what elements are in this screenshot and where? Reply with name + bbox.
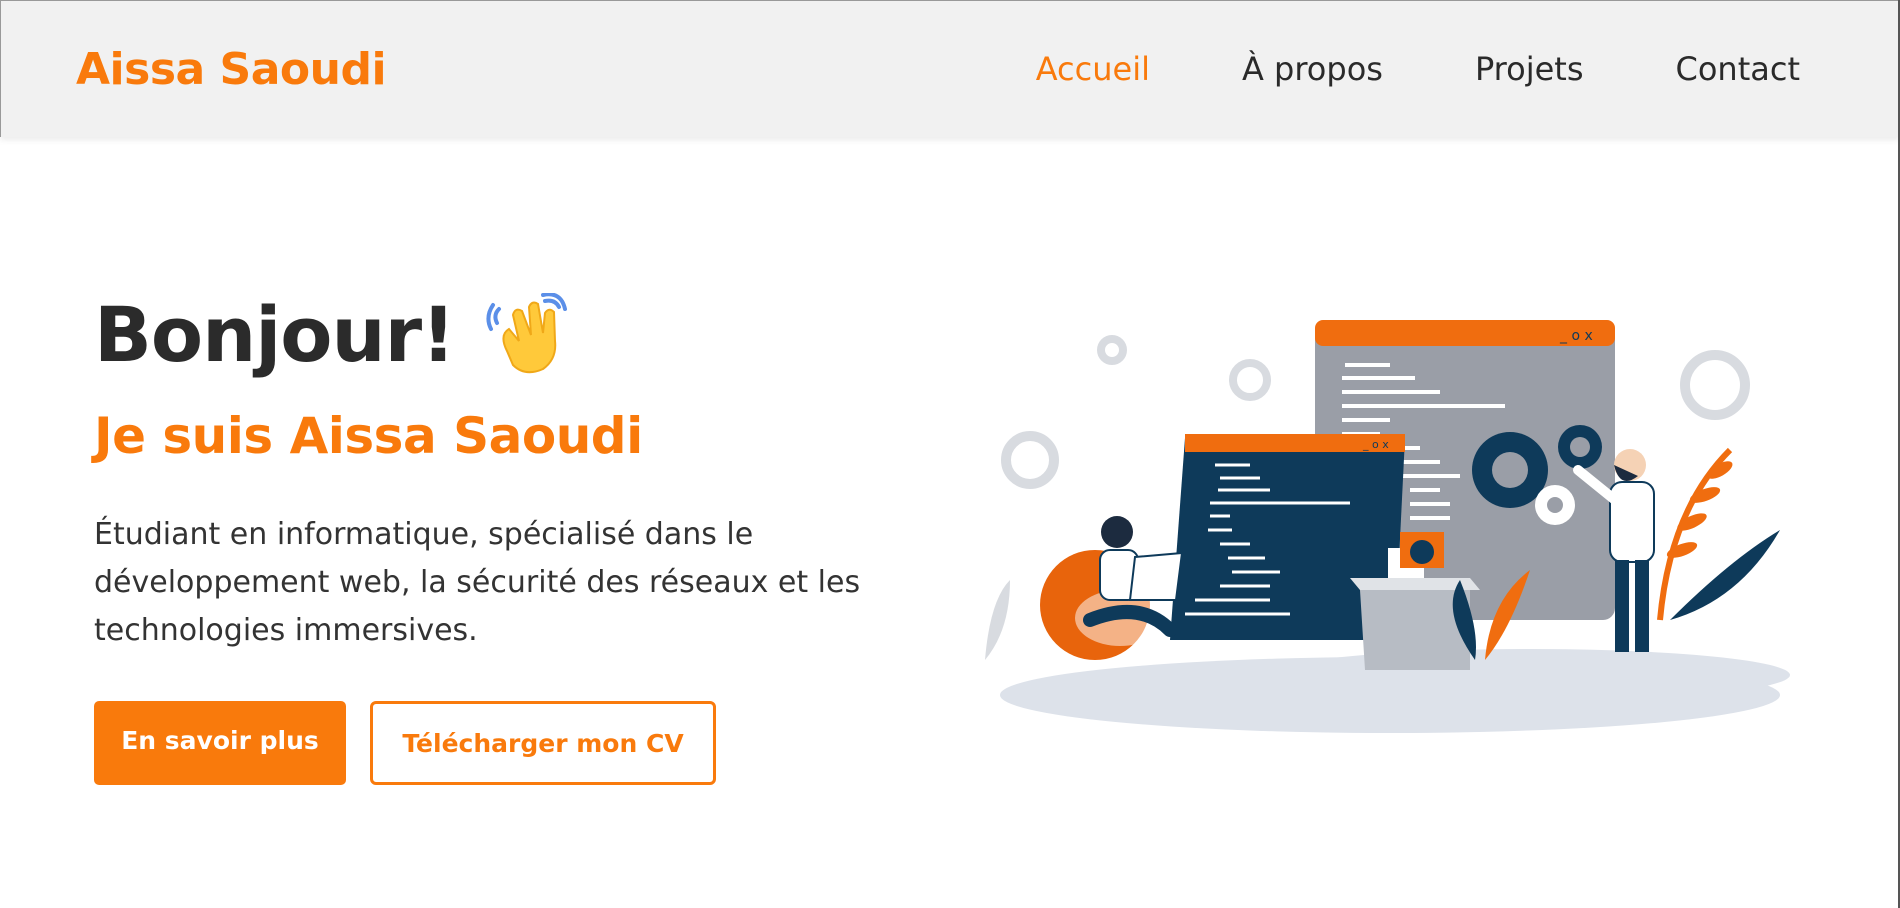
hero-greeting: Bonjour!	[94, 290, 456, 379]
svg-text:_ o x: _ o x	[1362, 438, 1389, 451]
nav-link-projets[interactable]: Projets	[1475, 50, 1584, 88]
person-with-laptop	[1040, 516, 1184, 660]
hero-section: Bonjour! Je suis Aissa Saoudi Étudiant e…	[94, 290, 914, 785]
learn-more-button[interactable]: En savoir plus	[94, 701, 346, 785]
hero-buttons: En savoir plus Télécharger mon CV	[94, 701, 914, 785]
nav-link-contact[interactable]: Contact	[1676, 50, 1801, 88]
nav-link-accueil[interactable]: Accueil	[1036, 50, 1150, 88]
waving-hand-icon	[485, 291, 569, 377]
hero-description: Étudiant en informatique, spécialisé dan…	[94, 517, 861, 648]
svg-text:_ o x: _ o x	[1559, 328, 1593, 344]
hero-illustration: _ o x _ o x	[970, 300, 1790, 740]
brand-logo[interactable]: Aissa Saoudi	[76, 44, 387, 95]
hero-subtitle: Je suis Aissa Saoudi	[94, 407, 643, 465]
nav-link-a-propos[interactable]: À propos	[1242, 50, 1383, 88]
nav-menu: Accueil À propos Projets Contact	[1036, 50, 1800, 88]
greeting-row: Bonjour!	[94, 290, 914, 379]
navbar: Aissa Saoudi Accueil À propos Projets Co…	[0, 0, 1900, 137]
download-cv-button[interactable]: Télécharger mon CV	[370, 701, 716, 785]
